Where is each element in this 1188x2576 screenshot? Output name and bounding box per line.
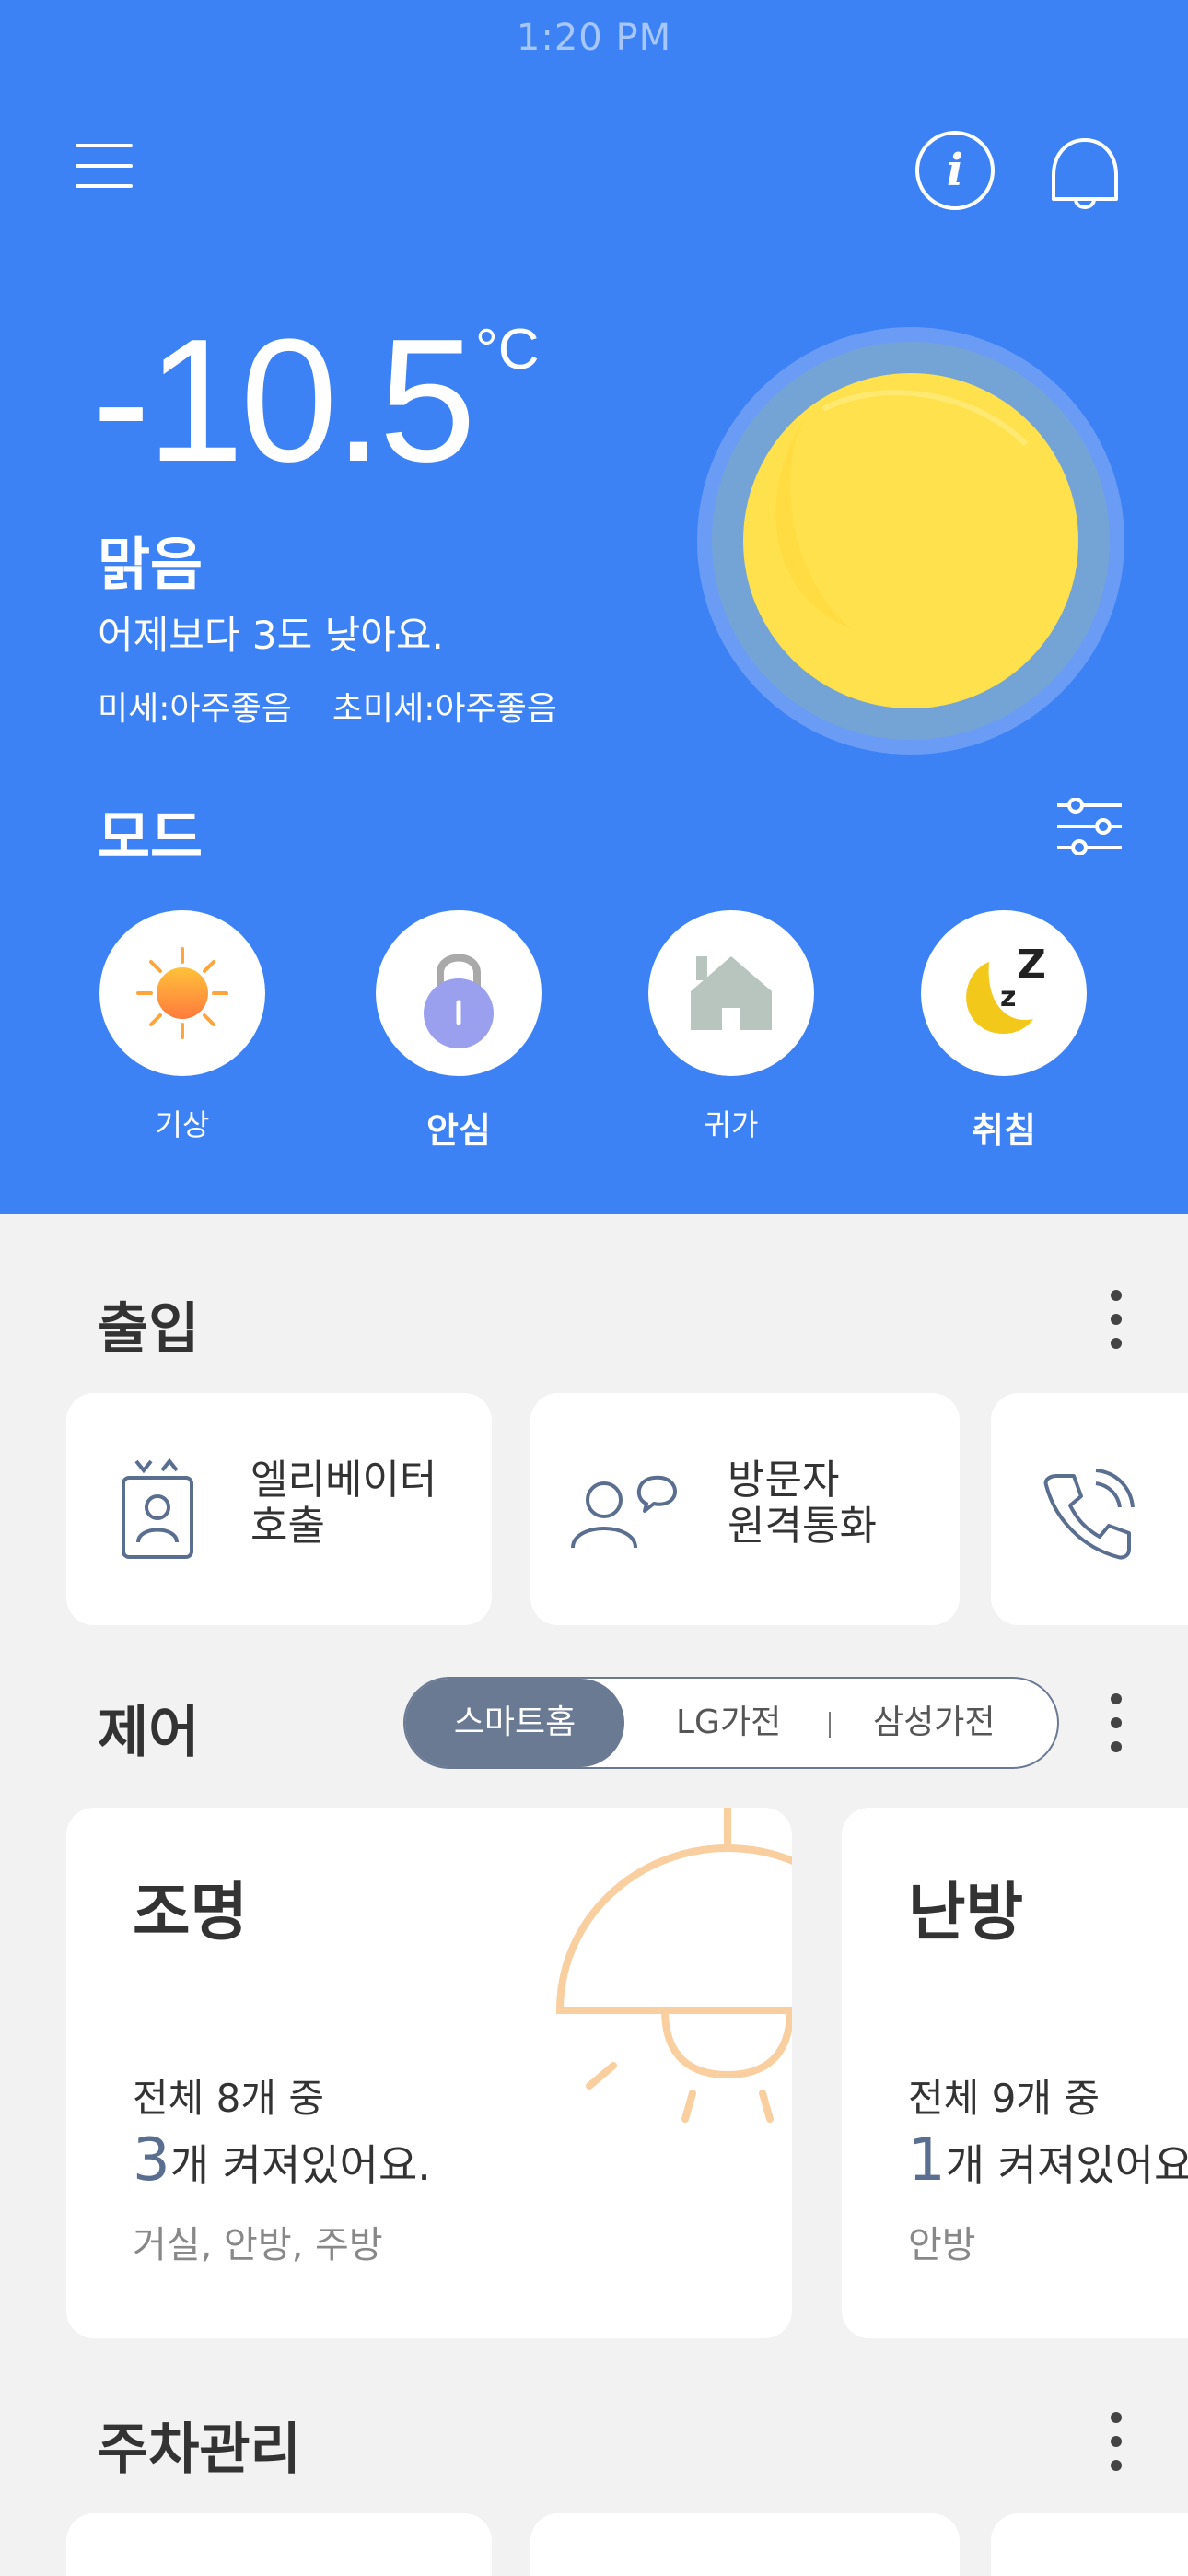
- sunrise-icon: [99, 910, 265, 1076]
- mode-return-home[interactable]: 귀가: [648, 910, 814, 1144]
- entry-more-icon[interactable]: [1105, 1286, 1127, 1352]
- lock-icon: [376, 910, 542, 1076]
- mode-wake[interactable]: 기상: [99, 910, 265, 1144]
- fine-dust: 미세:아주좋음: [98, 690, 292, 728]
- status-time: 1:20 PM: [516, 17, 672, 59]
- heating-on-status: 1개 켜져있어요.: [908, 2126, 1188, 2195]
- lighting-rooms: 거실, 안방, 주방: [133, 2224, 383, 2266]
- tab-samsung[interactable]: 삼성가전: [873, 1679, 995, 1767]
- lighting-on-status: 3개 켜져있어요.: [133, 2126, 431, 2195]
- temperature: -10.5: [92, 303, 476, 498]
- ultra-fine-dust: 초미세:아주좋음: [332, 690, 557, 728]
- mode-label: 기상: [155, 1107, 210, 1142]
- parking-more-icon[interactable]: [1105, 2408, 1127, 2475]
- weather-condition: 맑음: [98, 531, 204, 598]
- mode-title: 모드: [98, 803, 204, 871]
- tab-separator: [829, 1712, 831, 1738]
- mode-label: 귀가: [704, 1107, 759, 1142]
- heating-card[interactable]: 난방 전체 9개 중 1개 켜져있어요. 안방: [842, 1808, 1188, 2338]
- house-icon: [648, 910, 814, 1076]
- heating-rooms: 안방: [908, 2224, 976, 2266]
- mode-secure[interactable]: 안심: [376, 910, 542, 1153]
- phone-card[interactable]: [991, 1393, 1188, 1625]
- heating-title: 난방: [908, 1877, 1024, 1950]
- elevator-icon: [114, 1454, 201, 1568]
- visitor-call-icon: [569, 1472, 680, 1559]
- visitor-call-card[interactable]: 방문자 원격통화: [530, 1393, 960, 1625]
- heating-total: 전체 9개 중: [908, 2076, 1100, 2121]
- svg-text:Z: Z: [1017, 942, 1046, 989]
- svg-text:z: z: [1000, 981, 1016, 1013]
- mode-label: 안심: [426, 1110, 491, 1151]
- moon-sleep-icon: z Z: [921, 910, 1087, 1076]
- lighting-total: 전체 8개 중: [133, 2076, 324, 2121]
- sun-icon: [694, 324, 1127, 757]
- parking-card[interactable]: [991, 2513, 1188, 2576]
- weather-header: 1:20 PM i -10.5 °C 맑음 어제보다 3도 낮아요. 미세:아주…: [0, 0, 1188, 1214]
- control-more-icon[interactable]: [1105, 1690, 1127, 1756]
- elevator-call-label: 엘리베이터 호출: [250, 1457, 437, 1550]
- lighting-title: 조명: [133, 1877, 249, 1950]
- control-title: 제어: [98, 1701, 200, 1765]
- filter-settings-icon[interactable]: [1055, 797, 1124, 856]
- visitor-call-label: 방문자 원격통화: [728, 1457, 877, 1550]
- parking-title: 주차관리: [98, 2418, 301, 2482]
- tab-smarthome[interactable]: 스마트홈: [405, 1679, 624, 1767]
- mode-sleep[interactable]: z Z 취침: [921, 910, 1087, 1153]
- mode-label: 취침: [972, 1110, 1036, 1151]
- bell-icon[interactable]: [1048, 133, 1122, 216]
- menu-icon[interactable]: [76, 140, 134, 195]
- elevator-call-card[interactable]: 엘리베이터 호출: [66, 1393, 492, 1625]
- temperature-unit: °C: [475, 318, 540, 381]
- phone-icon: [1037, 1463, 1138, 1568]
- info-icon[interactable]: i: [915, 131, 995, 210]
- temperature-compare: 어제보다 3도 낮아요.: [98, 613, 444, 658]
- parking-card[interactable]: [66, 2513, 492, 2576]
- entry-title: 출입: [98, 1297, 200, 1362]
- dust-info: 미세:아주좋음 초미세:아주좋음: [98, 682, 557, 730]
- appliance-tab-toggle: 스마트홈 LG가전 삼성가전: [403, 1677, 1059, 1769]
- parking-card[interactable]: [530, 2513, 960, 2576]
- tab-lg[interactable]: LG가전: [676, 1679, 781, 1767]
- lighting-card[interactable]: 조명 전체 8개 중 3개 켜져있어요. 거실, 안방, 주방: [66, 1808, 792, 2338]
- lamp-icon: [481, 1808, 792, 2180]
